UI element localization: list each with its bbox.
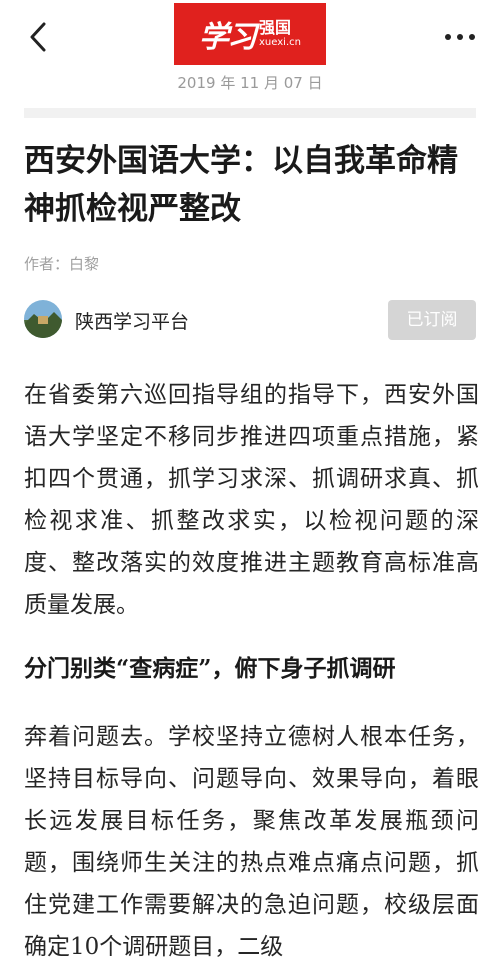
- article-paragraph-2: 奔着问题去。学校坚持立德树人根本任务，坚持目标导向、问题导向、效果导向，着眼长远…: [24, 724, 479, 960]
- header-divider: [24, 108, 476, 118]
- section-heading-1: 分门别类“查病症”，俯下身子抓调研: [24, 655, 396, 682]
- more-options-button[interactable]: [440, 22, 480, 52]
- article-author: 作者：白黎: [24, 255, 100, 273]
- logo-url-text: xuexi.cn: [259, 37, 301, 48]
- publish-date: 2019 年 11 月 07 日: [177, 74, 323, 92]
- chevron-left-icon: [30, 22, 46, 52]
- source-row: 陕西学习平台 已订阅: [24, 300, 476, 340]
- article-paragraph-1: 在省委第六巡回指导组的指导下，西安外国语大学坚定不移同步推进四项重点措施，紧扣四…: [24, 382, 479, 618]
- subscribe-button[interactable]: 已订阅: [388, 300, 476, 340]
- app-logo: 学习 强国 xuexi.cn: [174, 3, 326, 65]
- top-bar: 学习 强国 xuexi.cn 2019 年 11 月 07 日: [0, 0, 500, 108]
- logo-cn-text: 强国: [259, 18, 292, 37]
- more-dots-icon: [445, 34, 475, 40]
- source-avatar[interactable]: [24, 300, 62, 338]
- source-name[interactable]: 陕西学习平台: [75, 307, 189, 334]
- article-title: 西安外国语大学：以自我革命精神抓检视严整改: [24, 143, 458, 227]
- avatar-image: [24, 300, 62, 338]
- logo-brush-text: 学习: [199, 20, 257, 55]
- back-button[interactable]: [20, 18, 60, 58]
